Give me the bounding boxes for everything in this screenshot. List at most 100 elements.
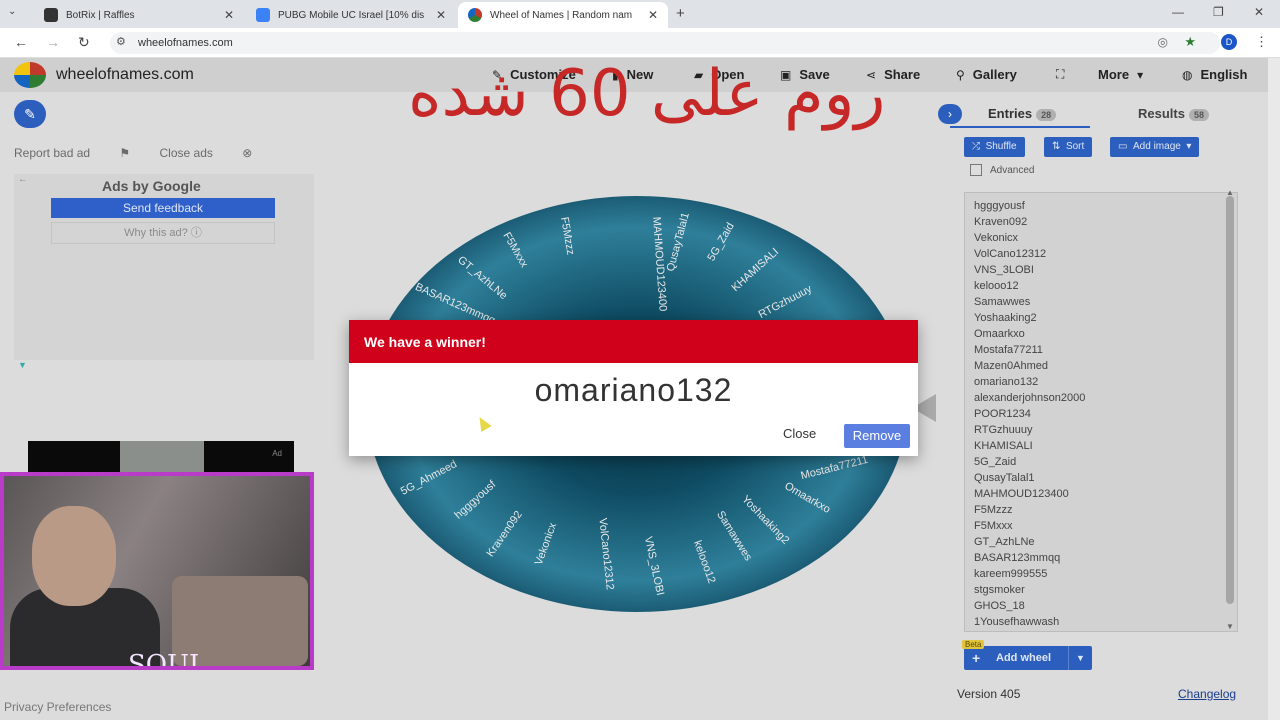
browser-tab[interactable]: PUBG Mobile UC Israel [10% dis ✕: [246, 2, 456, 28]
entry-line[interactable]: hgggyousf: [974, 200, 1025, 212]
reload-icon[interactable]: ↻: [78, 34, 90, 51]
language-button[interactable]: ◍ English: [1182, 67, 1247, 82]
url-omnibox[interactable]: ⚙ wheelofnames.com ◎ ★: [110, 32, 1220, 54]
ad-thumbnail[interactable]: Ad: [28, 441, 294, 473]
dropdown-caret-icon: ▾: [1137, 67, 1144, 82]
add-image-button[interactable]: ▭ Add image ▾: [1110, 137, 1200, 157]
version-text: Version 405: [957, 687, 1021, 701]
scroll-down-icon[interactable]: ▼: [1226, 622, 1234, 631]
shuffle-label: Shuffle: [985, 141, 1017, 152]
entry-line[interactable]: alexanderjohnson2000: [974, 392, 1085, 404]
webcam-overlay: SOUL: [0, 472, 314, 670]
privacy-preferences-link[interactable]: Privacy Preferences: [4, 700, 111, 714]
profile-avatar[interactable]: D: [1221, 34, 1237, 50]
send-feedback-button[interactable]: Send feedback: [51, 198, 275, 218]
entry-line[interactable]: QusayTalal1: [974, 472, 1035, 484]
entry-line[interactable]: kelooo12: [974, 280, 1019, 292]
entries-scrollbar[interactable]: [1226, 196, 1234, 604]
more-button[interactable]: More ▾: [1098, 67, 1143, 82]
advanced-toggle[interactable]: Advanced: [970, 164, 1034, 176]
entry-line[interactable]: 1Yousefhawwash: [974, 616, 1059, 628]
ad-choices-icon[interactable]: ▼: [18, 360, 27, 370]
entry-line[interactable]: GHOS_18: [974, 600, 1025, 612]
tab-entries[interactable]: Entries 28: [988, 106, 1057, 121]
entry-line[interactable]: F5Mxxx: [974, 520, 1013, 532]
entries-count-badge: 28: [1036, 108, 1057, 121]
entry-line[interactable]: Omaarkxo: [974, 328, 1025, 340]
entry-line[interactable]: Yoshaaking2: [974, 312, 1037, 324]
wheel-logo-icon[interactable]: [14, 62, 46, 88]
report-ad-link[interactable]: Report bad ad ⚑: [14, 146, 130, 160]
panel-tabs: Entries 28 Results 58: [950, 104, 1250, 128]
why-this-ad-button[interactable]: Why this ad? ⓘ: [51, 222, 275, 244]
close-tab-icon[interactable]: ✕: [436, 8, 446, 22]
restore-icon[interactable]: ❐: [1213, 5, 1224, 19]
page-scrollbar[interactable]: [1268, 58, 1280, 720]
close-tab-icon[interactable]: ✕: [648, 8, 658, 22]
entry-line[interactable]: Kraven092: [974, 216, 1027, 228]
close-ads-link[interactable]: Close ads ⊗: [160, 146, 253, 160]
add-wheel-label: Add wheel: [996, 652, 1052, 664]
site-brand[interactable]: wheelofnames.com: [56, 66, 194, 84]
entry-line[interactable]: VNS_3LOBI: [974, 264, 1034, 276]
entry-line[interactable]: Samawwes: [974, 296, 1030, 308]
tab-results[interactable]: Results 58: [1138, 106, 1209, 121]
language-label: English: [1200, 67, 1248, 82]
browser-tab-active[interactable]: Wheel of Names | Random nam ✕: [458, 2, 669, 28]
entry-line[interactable]: omariano132: [974, 376, 1038, 388]
forward-arrow-icon[interactable]: →: [46, 34, 60, 50]
entry-line[interactable]: kareem999555: [974, 568, 1047, 580]
new-tab-plus-icon[interactable]: +: [676, 5, 685, 22]
sort-button[interactable]: ⇅ Sort: [1044, 137, 1093, 157]
entry-line[interactable]: BASAR123mmqq: [974, 552, 1060, 564]
entry-line[interactable]: Mostafa77211: [974, 344, 1043, 356]
results-tab-label: Results: [1138, 106, 1185, 121]
globe-icon: ◍: [1182, 67, 1193, 82]
close-button[interactable]: Close: [783, 426, 816, 441]
gallery-label: Gallery: [972, 67, 1017, 82]
entry-line[interactable]: Vekonicx: [974, 232, 1018, 244]
back-arrow-icon[interactable]: ←: [14, 34, 28, 50]
entry-line[interactable]: MAHMOUD123400: [974, 488, 1069, 500]
scroll-up-icon[interactable]: ▲: [1226, 188, 1234, 197]
site-settings-icon[interactable]: ⚙: [116, 35, 126, 48]
bookmark-star-icon[interactable]: ★: [1184, 34, 1196, 50]
browser-tab[interactable]: BotRix | Raffles ✕: [34, 2, 244, 28]
entry-line[interactable]: F5Mzzz: [974, 504, 1013, 516]
remove-button[interactable]: Remove: [844, 424, 910, 448]
gallery-button[interactable]: ⚲ Gallery: [956, 67, 1017, 82]
advanced-checkbox[interactable]: [970, 164, 982, 176]
entry-line[interactable]: GT_AzhLNe: [974, 536, 1035, 548]
browser-menu-icon[interactable]: ⋮: [1255, 34, 1268, 50]
fullscreen-icon: ⛶: [1056, 67, 1065, 81]
close-tab-icon[interactable]: ✕: [224, 8, 234, 22]
dropdown-caret-icon: ▾: [1186, 141, 1192, 152]
entry-line[interactable]: POOR1234: [974, 408, 1031, 420]
close-window-icon[interactable]: ✕: [1254, 5, 1264, 19]
winner-dialog: We have a winner! omariano132 Close Remo…: [349, 320, 918, 456]
url-text[interactable]: wheelofnames.com: [138, 37, 233, 49]
plus-icon: +: [972, 650, 981, 666]
add-wheel-dropdown-icon[interactable]: ▼: [1068, 646, 1092, 670]
entry-line[interactable]: 5G_Zaid: [974, 456, 1016, 468]
tab-list-chevron-icon[interactable]: ⌄: [8, 6, 16, 17]
minimize-icon[interactable]: —: [1172, 5, 1184, 19]
sort-label: Sort: [1065, 141, 1085, 152]
shuffle-button[interactable]: ⤮ Shuffle: [964, 137, 1025, 157]
ad-back-arrow-icon[interactable]: ←: [18, 174, 28, 185]
entry-line[interactable]: KHAMISALI: [974, 440, 1033, 452]
close-ads-label: Close ads: [159, 146, 213, 160]
entry-line[interactable]: stgsmoker: [974, 584, 1025, 596]
entry-line[interactable]: RTGzhuuuy: [974, 424, 1033, 436]
dialog-header: We have a winner!: [349, 320, 918, 363]
changelog-link[interactable]: Changelog: [1178, 687, 1236, 701]
entry-line[interactable]: Mazen0Ahmed: [974, 360, 1048, 372]
entry-line[interactable]: VolCano12312: [974, 248, 1046, 260]
fullscreen-button[interactable]: ⛶: [1056, 67, 1064, 82]
botrix-favicon-icon: [44, 8, 58, 22]
beta-badge: Beta: [962, 640, 985, 649]
entries-textarea[interactable]: hgggyousf Kraven092 Vekonicx VolCano12312 VN…: [964, 192, 1238, 632]
edit-pencil-icon[interactable]: ✎: [14, 100, 46, 128]
eye-off-icon[interactable]: ◎: [1158, 35, 1168, 49]
add-wheel-button[interactable]: + Add wheel ▼: [964, 646, 1092, 670]
